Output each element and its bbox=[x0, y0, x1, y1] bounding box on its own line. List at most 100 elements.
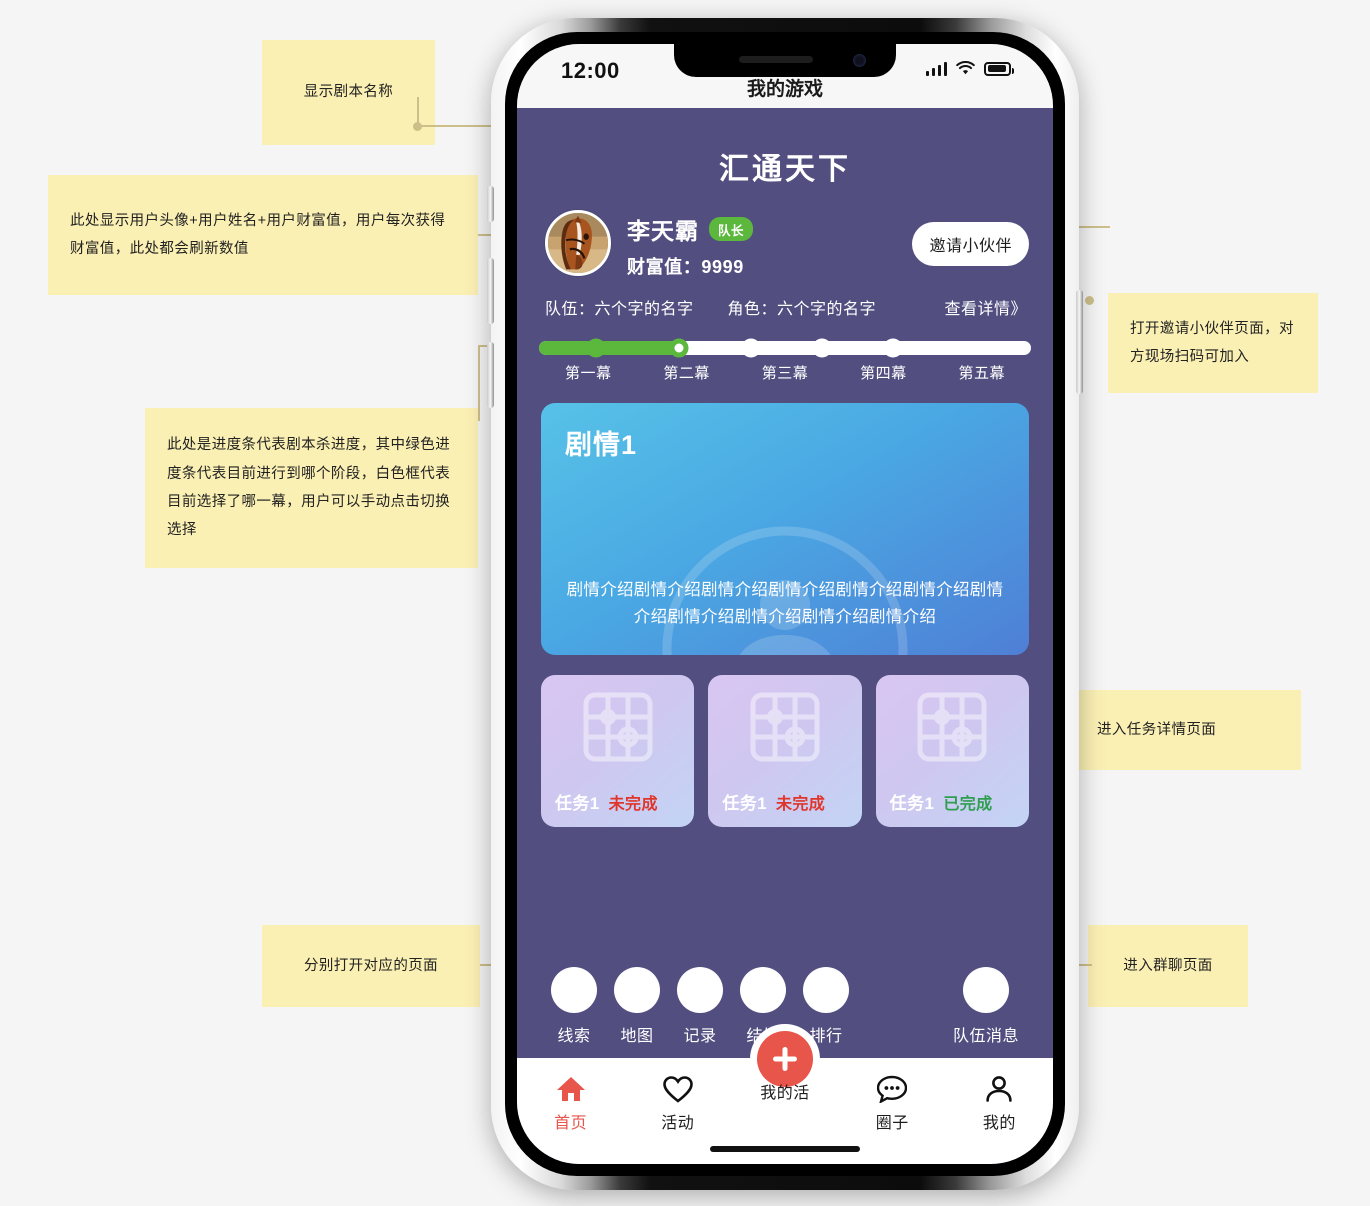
user-name: 李天霸 bbox=[627, 218, 699, 244]
profile-section: 李天霸 队长 财富值：9999 邀请小伙伴 bbox=[517, 210, 1053, 279]
avatar[interactable] bbox=[545, 210, 611, 276]
phone-screen: 12:00 我的游戏 汇通天下 李天霸 队长 财富值：9999 邀请小伙伴 队伍… bbox=[517, 44, 1053, 1164]
story-description: 剧情介绍剧情介绍剧情介绍剧情介绍剧情介绍剧情介绍剧情介绍剧情介绍剧情介绍剧情介绍… bbox=[566, 580, 1004, 626]
action-map[interactable]: 地图 bbox=[614, 967, 660, 1046]
team-label: 队伍： bbox=[545, 301, 595, 318]
act-label-4[interactable]: 第四幕 bbox=[834, 362, 932, 383]
view-detail-link[interactable]: 查看详情》 bbox=[944, 295, 1027, 319]
task-label: 任务1 未完成 bbox=[722, 789, 825, 814]
volume-down-button[interactable] bbox=[487, 342, 494, 408]
annotation-invite: 打开邀请小伙伴页面，对方现场扫码可加入 bbox=[1108, 293, 1318, 393]
bottom-tabbar: 首页 活动 我的活 圈子 我的 bbox=[517, 1031, 1053, 1164]
role-value: 六个字的名字 bbox=[777, 301, 877, 318]
team-message-icon bbox=[962, 967, 1009, 1013]
annotation-profile: 此处显示用户头像+用户姓名+用户财富值，用户每次获得财富值，此处都会刷新数值 bbox=[48, 175, 478, 295]
progress-node-act-4[interactable] bbox=[812, 338, 832, 358]
grid-placeholder-icon bbox=[750, 692, 820, 762]
annotation-text: 分别打开对应的页面 bbox=[303, 957, 439, 974]
map-icon bbox=[614, 967, 660, 1013]
phone-frame: 12:00 我的游戏 汇通天下 李天霸 队长 财富值：9999 邀请小伙伴 队伍… bbox=[487, 18, 1083, 1190]
team-value: 六个字的名字 bbox=[594, 301, 694, 318]
task-list: 任务1 未完成 任务1 未完成 任务1 已完成 bbox=[541, 675, 1029, 827]
role-field: 角色：六个字的名字 bbox=[728, 295, 877, 319]
action-label: 地图 bbox=[620, 1028, 654, 1045]
team-field: 队伍：六个字的名字 bbox=[545, 295, 694, 319]
volume-up-button[interactable] bbox=[487, 258, 494, 324]
action-clues[interactable]: 线索 bbox=[551, 967, 597, 1046]
app-content: 汇通天下 李天霸 队长 财富值：9999 邀请小伙伴 队伍：六个字的名字 角色：… bbox=[517, 108, 1053, 1164]
meta-row: 队伍：六个字的名字 角色：六个字的名字 查看详情》 bbox=[517, 279, 1053, 319]
annotation-script-title: 显示剧本名称 bbox=[262, 40, 435, 145]
battery-icon bbox=[984, 61, 1014, 76]
action-team-message[interactable]: 队伍消息 bbox=[953, 967, 1019, 1046]
tab-label: 我的 bbox=[982, 1115, 1016, 1132]
clues-icon bbox=[551, 967, 597, 1013]
annotation-task: 进入任务详情页面 bbox=[1075, 690, 1301, 770]
quick-actions-left: 线索 地图 记录 结婚 排行 bbox=[551, 967, 849, 1046]
act-label-3[interactable]: 第三幕 bbox=[736, 362, 834, 383]
phone-bezel: 12:00 我的游戏 汇通天下 李天霸 队长 财富值：9999 邀请小伙伴 队伍… bbox=[505, 32, 1065, 1176]
role-label: 角色： bbox=[727, 301, 778, 318]
task-card[interactable]: 任务1 已完成 bbox=[875, 675, 1029, 827]
story-card[interactable]: 剧情1 剧情介绍剧情介绍剧情介绍剧情介绍剧情介绍剧情介绍剧情介绍剧情介绍剧情介绍… bbox=[541, 403, 1029, 655]
task-status: 未完成 bbox=[608, 796, 658, 813]
wealth-row: 财富值：9999 bbox=[627, 253, 912, 279]
annotation-text: 进入群聊页面 bbox=[1123, 957, 1213, 974]
progress-node-act-3[interactable] bbox=[741, 338, 761, 358]
task-card[interactable]: 任务1 未完成 bbox=[708, 675, 862, 827]
task-name: 任务1 bbox=[555, 794, 600, 813]
person-icon bbox=[946, 1072, 1053, 1106]
invite-friends-button[interactable]: 邀请小伙伴 bbox=[912, 222, 1029, 266]
tab-circle[interactable]: 圈子 bbox=[839, 1072, 946, 1133]
progress-track[interactable] bbox=[539, 338, 1031, 358]
mute-switch[interactable] bbox=[487, 186, 494, 222]
leader-line-a3b bbox=[478, 345, 480, 421]
act-labels: 第一幕 第二幕 第三幕 第四幕 第五幕 bbox=[539, 362, 1031, 383]
action-records[interactable]: 记录 bbox=[677, 967, 723, 1046]
progress-node-act-1[interactable] bbox=[586, 338, 606, 358]
tab-my-activity[interactable]: 我的活 bbox=[731, 1031, 838, 1103]
status-bar: 12:00 我的游戏 bbox=[517, 44, 1053, 108]
annotation-text: 进入任务详情页面 bbox=[1097, 721, 1217, 738]
task-card[interactable]: 任务1 未完成 bbox=[541, 675, 695, 827]
tab-mine[interactable]: 我的 bbox=[946, 1072, 1053, 1133]
task-name: 任务1 bbox=[889, 794, 935, 813]
wealth-value: 9999 bbox=[701, 257, 744, 277]
act-label-1[interactable]: 第一幕 bbox=[539, 362, 637, 383]
grid-placeholder-icon bbox=[583, 692, 653, 762]
act-label-5[interactable]: 第五幕 bbox=[933, 362, 1031, 383]
action-label: 队伍消息 bbox=[952, 1028, 1019, 1045]
horse-avatar bbox=[548, 213, 608, 273]
annotation-actions: 分别打开对应的页面 bbox=[262, 925, 480, 1007]
profile-info: 李天霸 队长 财富值：9999 bbox=[627, 210, 912, 279]
plus-circle-icon bbox=[731, 1031, 838, 1087]
action-ranking[interactable]: 排行 bbox=[803, 967, 849, 1046]
nav-title: 我的游戏 bbox=[746, 79, 823, 100]
ranking-icon bbox=[803, 967, 849, 1013]
grid-placeholder-icon bbox=[917, 692, 987, 762]
earpiece-speaker bbox=[739, 56, 814, 63]
tab-home[interactable]: 首页 bbox=[517, 1072, 624, 1133]
power-button[interactable] bbox=[1076, 290, 1083, 394]
act-label-2[interactable]: 第二幕 bbox=[637, 362, 735, 383]
home-indicator bbox=[710, 1146, 860, 1152]
annotation-progress: 此处是进度条代表剧本杀进度，其中绿色进度条代表目前进行到哪个阶段，白色框代表目前… bbox=[145, 408, 478, 568]
wealth-label: 财富值： bbox=[627, 257, 702, 277]
chat-bubble-icon bbox=[839, 1072, 946, 1106]
home-icon bbox=[517, 1072, 624, 1106]
progress-node-act-5[interactable] bbox=[883, 338, 903, 358]
heart-icon bbox=[624, 1072, 731, 1106]
annotation-text: 打开邀请小伙伴页面，对方现场扫码可加入 bbox=[1130, 320, 1294, 365]
action-label: 线索 bbox=[557, 1028, 591, 1045]
front-camera-icon bbox=[853, 54, 866, 67]
tab-activity[interactable]: 活动 bbox=[624, 1072, 731, 1133]
leader-dot-a4 bbox=[1085, 296, 1094, 305]
action-label: 记录 bbox=[683, 1028, 717, 1045]
tab-label: 活动 bbox=[661, 1115, 695, 1132]
leader-dot-a1 bbox=[413, 122, 422, 131]
tab-label: 首页 bbox=[554, 1115, 588, 1132]
progress-fill bbox=[539, 341, 680, 355]
progress-node-act-2[interactable] bbox=[669, 338, 689, 358]
tab-label: 圈子 bbox=[875, 1115, 909, 1132]
role-badge: 队长 bbox=[709, 217, 754, 241]
